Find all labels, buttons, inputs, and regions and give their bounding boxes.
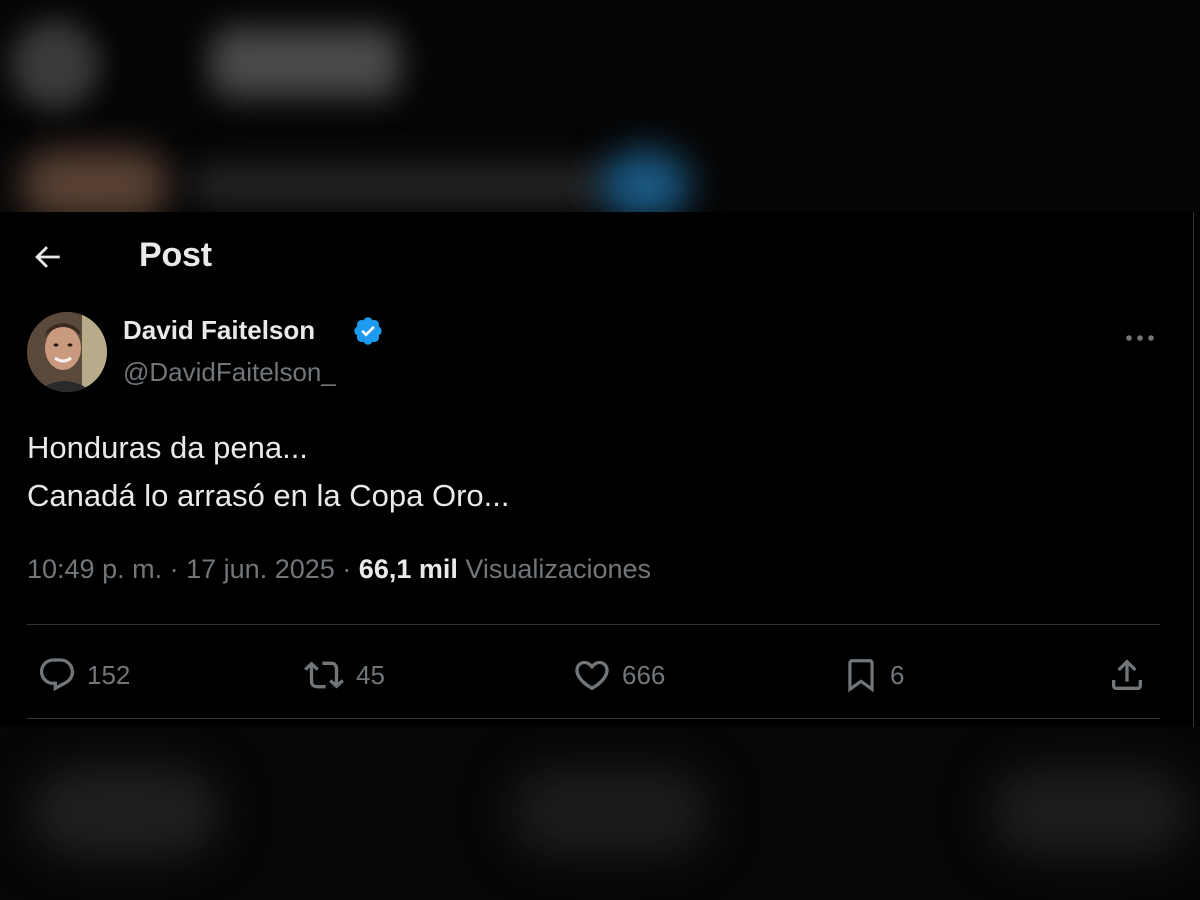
divider — [27, 624, 1160, 625]
author-name[interactable]: David Faitelson — [123, 315, 315, 346]
profile-photo-icon — [27, 312, 107, 392]
post-detail: Post David Faitelson @DavidFaitelson_ Ho… — [0, 212, 1194, 727]
reply-count: 152 — [87, 659, 131, 690]
avatar[interactable] — [27, 312, 107, 392]
post-text: Honduras da pena... Canadá lo arrasó en … — [27, 424, 510, 520]
post-header: Post — [0, 212, 1193, 300]
verified-badge-icon — [354, 317, 382, 345]
share-button[interactable] — [1107, 650, 1147, 700]
post-text-line: Honduras da pena... — [27, 430, 308, 465]
meta-separator: · — [169, 554, 179, 584]
more-dots-icon — [1126, 335, 1154, 341]
post-time[interactable]: 10:49 p. m. — [27, 554, 162, 584]
repost-button[interactable]: 45 — [302, 650, 385, 700]
arrow-left-icon — [35, 246, 60, 268]
post-date[interactable]: 17 jun. 2025 — [186, 554, 335, 584]
blurred-background-top — [0, 0, 1200, 212]
meta-separator: · — [342, 554, 352, 584]
divider — [27, 718, 1160, 719]
back-button[interactable] — [24, 234, 70, 280]
bookmark-icon — [848, 659, 874, 693]
post-text-line: Canadá lo arrasó en la Copa Oro... — [27, 478, 510, 513]
bookmark-button[interactable]: 6 — [842, 650, 904, 700]
like-count: 666 — [622, 659, 666, 690]
page-title: Post — [139, 236, 212, 274]
repost-icon — [304, 661, 344, 689]
blurred-background-bottom — [0, 727, 1200, 900]
like-button[interactable]: 666 — [572, 650, 665, 700]
views-label: Visualizaciones — [465, 554, 651, 584]
more-options-button[interactable] — [1118, 316, 1162, 360]
reply-button[interactable]: 152 — [37, 650, 130, 700]
views-count: 66,1 mil — [358, 554, 458, 584]
share-icon — [1112, 659, 1142, 690]
post-actions: 152 45 666 6 — [0, 632, 1193, 718]
reply-icon — [39, 658, 75, 692]
author-handle[interactable]: @DavidFaitelson_ — [123, 357, 336, 388]
bookmark-count: 6 — [890, 659, 905, 690]
repost-count: 45 — [356, 659, 385, 690]
heart-icon — [575, 660, 609, 691]
post-meta: 10:49 p. m. · 17 jun. 2025 · 66,1 mil Vi… — [27, 554, 651, 585]
